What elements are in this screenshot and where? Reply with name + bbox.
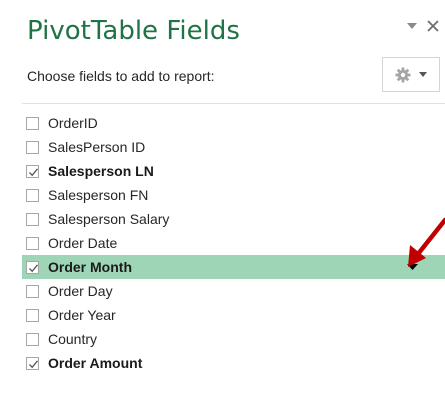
field-checkbox[interactable]: [26, 284, 39, 298]
checkmark-icon: [29, 167, 39, 176]
field-label: Salesperson Salary: [48, 211, 170, 227]
checkmark-icon: [29, 263, 39, 272]
field-row[interactable]: Order Amount: [22, 351, 445, 375]
gear-icon: [395, 67, 411, 82]
field-checkbox[interactable]: [26, 236, 39, 250]
field-label: Order Day: [48, 283, 113, 299]
field-checkbox[interactable]: [26, 140, 39, 154]
field-label: Order Date: [48, 235, 118, 251]
tools-button[interactable]: [382, 57, 440, 92]
field-list: OrderID SalesPerson ID Salesperson LN Sales…: [22, 111, 445, 375]
field-row[interactable]: Order Year: [22, 303, 445, 327]
chevron-down-icon: [419, 72, 427, 77]
field-checkbox[interactable]: [26, 308, 39, 322]
chevron-down-icon: [407, 23, 417, 29]
field-checkbox[interactable]: [26, 188, 39, 202]
field-label: SalesPerson ID: [48, 139, 146, 155]
field-row[interactable]: SalesPerson ID: [22, 135, 445, 159]
field-label: Order Amount: [48, 355, 143, 371]
field-label: OrderID: [48, 115, 98, 131]
header-divider: [22, 103, 445, 104]
pivottable-fields-pane: PivotTable Fields Choose fields to add t…: [0, 0, 445, 393]
field-checkbox[interactable]: [26, 212, 39, 226]
field-row[interactable]: Order Month: [22, 255, 445, 279]
field-label: Salesperson LN: [48, 163, 154, 179]
pane-title-controls: [405, 14, 441, 38]
field-row[interactable]: OrderID: [22, 111, 445, 135]
checkmark-icon: [29, 359, 39, 368]
close-icon: [427, 20, 439, 32]
field-row[interactable]: Country: [22, 327, 445, 351]
field-label: Order Year: [48, 307, 116, 323]
field-label: Country: [48, 331, 98, 347]
field-checkbox[interactable]: [26, 116, 39, 130]
pane-title: PivotTable Fields: [27, 16, 240, 46]
field-row[interactable]: Salesperson Salary: [22, 207, 445, 231]
field-row[interactable]: Salesperson FN: [22, 183, 445, 207]
field-checkbox[interactable]: [26, 356, 39, 370]
field-label: Order Month: [48, 259, 132, 275]
field-checkbox[interactable]: [26, 332, 39, 346]
pane-options-dropdown[interactable]: [405, 16, 419, 36]
field-checkbox[interactable]: [26, 164, 39, 178]
close-pane-button[interactable]: [425, 16, 441, 36]
field-checkbox[interactable]: [26, 260, 39, 274]
choose-fields-label: Choose fields to add to report:: [27, 68, 215, 84]
field-label: Salesperson FN: [48, 187, 149, 203]
field-row[interactable]: Salesperson LN: [22, 159, 445, 183]
chevron-down-icon: [406, 264, 418, 270]
field-row[interactable]: Order Day: [22, 279, 445, 303]
field-dropdown-button[interactable]: [405, 261, 419, 273]
field-row[interactable]: Order Date: [22, 231, 445, 255]
